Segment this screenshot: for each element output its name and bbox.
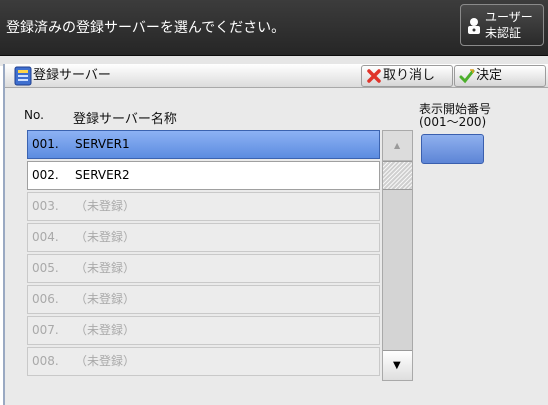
list-item[interactable]: 002. SERVER2 <box>27 161 380 190</box>
list-item-number: 008. <box>32 354 59 368</box>
list-item-name: （未登録） <box>75 292 136 306</box>
server-select-panel: 登録サーバー 取り消し 決定 No. 登録サーバー名称 表示開始番号 (001～… <box>3 64 548 405</box>
list-item-name: （未登録） <box>75 354 136 368</box>
server-icon <box>14 66 32 86</box>
triangle-down-icon: ▼ <box>393 360 401 371</box>
list-item[interactable]: 006. （未登録） <box>27 285 380 314</box>
list-item-name: SERVER2 <box>75 168 130 182</box>
list-item-name: （未登録） <box>75 323 136 337</box>
list-item-name: （未登録） <box>75 230 136 244</box>
checkmark-icon <box>459 69 475 84</box>
list-item[interactable]: 001. SERVER1 <box>27 130 380 159</box>
scroll-up-button[interactable]: ▲ <box>383 131 412 161</box>
user-auth-button[interactable]: ユーザー 未認証 <box>460 4 544 46</box>
ok-label: 決定 <box>476 68 503 83</box>
scroll-down-button[interactable]: ▼ <box>383 350 412 380</box>
panel-header: 登録サーバー 取り消し 決定 <box>5 64 548 88</box>
list-item-number: 004. <box>32 230 59 244</box>
triangle-up-icon: ▲ <box>394 141 401 150</box>
list-item[interactable]: 007. （未登録） <box>27 316 380 345</box>
cancel-button[interactable]: 取り消し <box>361 65 453 87</box>
message-bar: 登録済みの登録サーバーを選んでください。 ユーザー 未認証 <box>0 0 548 56</box>
panel-title: 登録サーバー <box>33 68 111 83</box>
user-button-line2: 未認証 <box>485 26 522 40</box>
list-scrollbar[interactable]: ▲ ▼ <box>382 130 413 381</box>
list-item[interactable]: 004. （未登録） <box>27 223 380 252</box>
instruction-message: 登録済みの登録サーバーを選んでください。 <box>6 20 286 36</box>
x-icon <box>367 69 381 83</box>
column-header-no: No. <box>24 108 44 122</box>
list-item[interactable]: 005. （未登録） <box>27 254 380 283</box>
cancel-label: 取り消し <box>383 68 436 83</box>
list-item-number: 001. <box>32 137 59 151</box>
scroll-thumb[interactable] <box>383 161 412 190</box>
list-item-name: （未登録） <box>75 199 136 213</box>
list-item[interactable]: 008. （未登録） <box>27 347 380 376</box>
list-item-name: SERVER1 <box>75 137 130 151</box>
list-item-number: 005. <box>32 261 59 275</box>
user-lock-icon <box>468 18 480 34</box>
start-number-label-line2: (001～200) <box>419 115 487 129</box>
start-number-field[interactable] <box>421 134 484 164</box>
list-item-number: 003. <box>32 199 59 213</box>
list-item-number: 006. <box>32 292 59 306</box>
ok-button[interactable]: 決定 <box>454 65 546 87</box>
list-item-number: 002. <box>32 168 59 182</box>
list-item[interactable]: 003. （未登録） <box>27 192 380 221</box>
column-header-name: 登録サーバー名称 <box>73 112 177 127</box>
user-button-line1: ユーザー <box>485 10 533 24</box>
list-item-name: （未登録） <box>75 261 136 275</box>
start-number-label: 表示開始番号 (001～200) <box>419 103 491 129</box>
list-item-number: 007. <box>32 323 59 337</box>
